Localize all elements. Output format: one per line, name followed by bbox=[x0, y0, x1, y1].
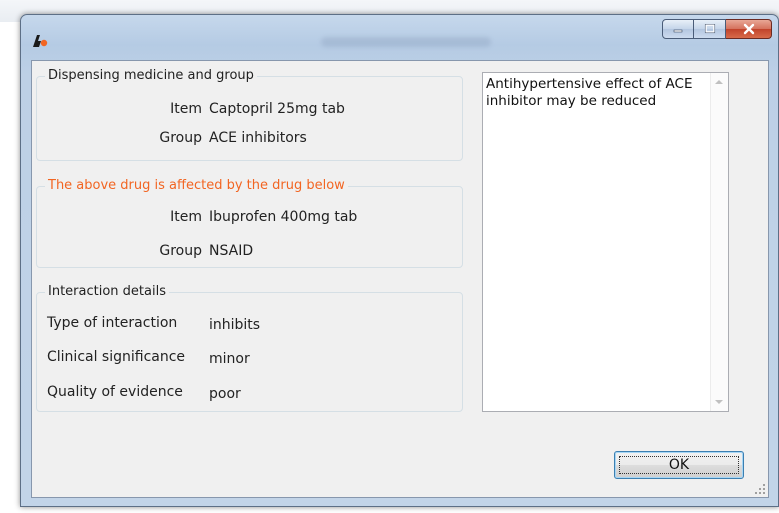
dispensing-group-label: Group bbox=[159, 130, 202, 146]
affecting-item-label: Item bbox=[170, 209, 202, 225]
minimize-button[interactable] bbox=[662, 19, 694, 39]
focus-rectangle bbox=[619, 456, 739, 474]
interaction-notes-text: Antihypertensive effect of ACE inhibitor… bbox=[486, 76, 693, 109]
dispensing-item-value: Captopril 25mg tab bbox=[209, 101, 345, 117]
dispensing-group-value: ACE inhibitors bbox=[209, 130, 307, 146]
interaction-dialog: Dispensing medicine and group Item Capto… bbox=[20, 14, 779, 507]
scroll-down-icon[interactable] bbox=[715, 400, 723, 404]
interaction-notes-textarea[interactable]: Antihypertensive effect of ACE inhibitor… bbox=[482, 72, 729, 412]
interaction-group-legend: Interaction details bbox=[45, 284, 169, 300]
dialog-content: Dispensing medicine and group Item Capto… bbox=[31, 60, 769, 498]
window-title bbox=[321, 37, 491, 47]
clinical-significance-label: Clinical significance bbox=[47, 349, 186, 365]
affecting-item-value: Ibuprofen 400mg tab bbox=[209, 209, 358, 225]
dispensing-group-legend: Dispensing medicine and group bbox=[45, 68, 257, 84]
evidence-quality-label: Quality of evidence bbox=[47, 384, 183, 400]
caption-buttons bbox=[662, 19, 772, 39]
maximize-button[interactable] bbox=[694, 19, 726, 39]
evidence-quality-value: poor bbox=[209, 386, 241, 402]
clinical-significance-value: minor bbox=[209, 351, 250, 367]
dispensing-medicine-group: Dispensing medicine and group Item Capto… bbox=[36, 68, 463, 161]
minimize-icon bbox=[673, 29, 683, 33]
affecting-group-value: NSAID bbox=[209, 243, 254, 259]
interaction-type-label: Type of interaction bbox=[47, 315, 178, 331]
interaction-type-value: inhibits bbox=[209, 317, 261, 333]
notes-scrollbar[interactable] bbox=[710, 73, 728, 411]
maximize-icon bbox=[704, 24, 715, 34]
interaction-details-group: Interaction details Type of interaction … bbox=[36, 284, 463, 412]
affecting-group-label: Group bbox=[159, 243, 202, 259]
scroll-up-icon[interactable] bbox=[715, 80, 723, 84]
close-icon bbox=[743, 23, 754, 35]
close-button[interactable] bbox=[726, 19, 772, 39]
affecting-drug-group: The above drug is affected by the drug b… bbox=[36, 178, 463, 268]
affecting-group-legend: The above drug is affected by the drug b… bbox=[45, 178, 348, 194]
ok-button[interactable]: OK bbox=[614, 451, 744, 479]
resize-grip-icon[interactable] bbox=[754, 483, 766, 495]
app-icon bbox=[33, 35, 48, 47]
title-bar[interactable] bbox=[21, 15, 778, 61]
dispensing-item-label: Item bbox=[170, 101, 202, 117]
